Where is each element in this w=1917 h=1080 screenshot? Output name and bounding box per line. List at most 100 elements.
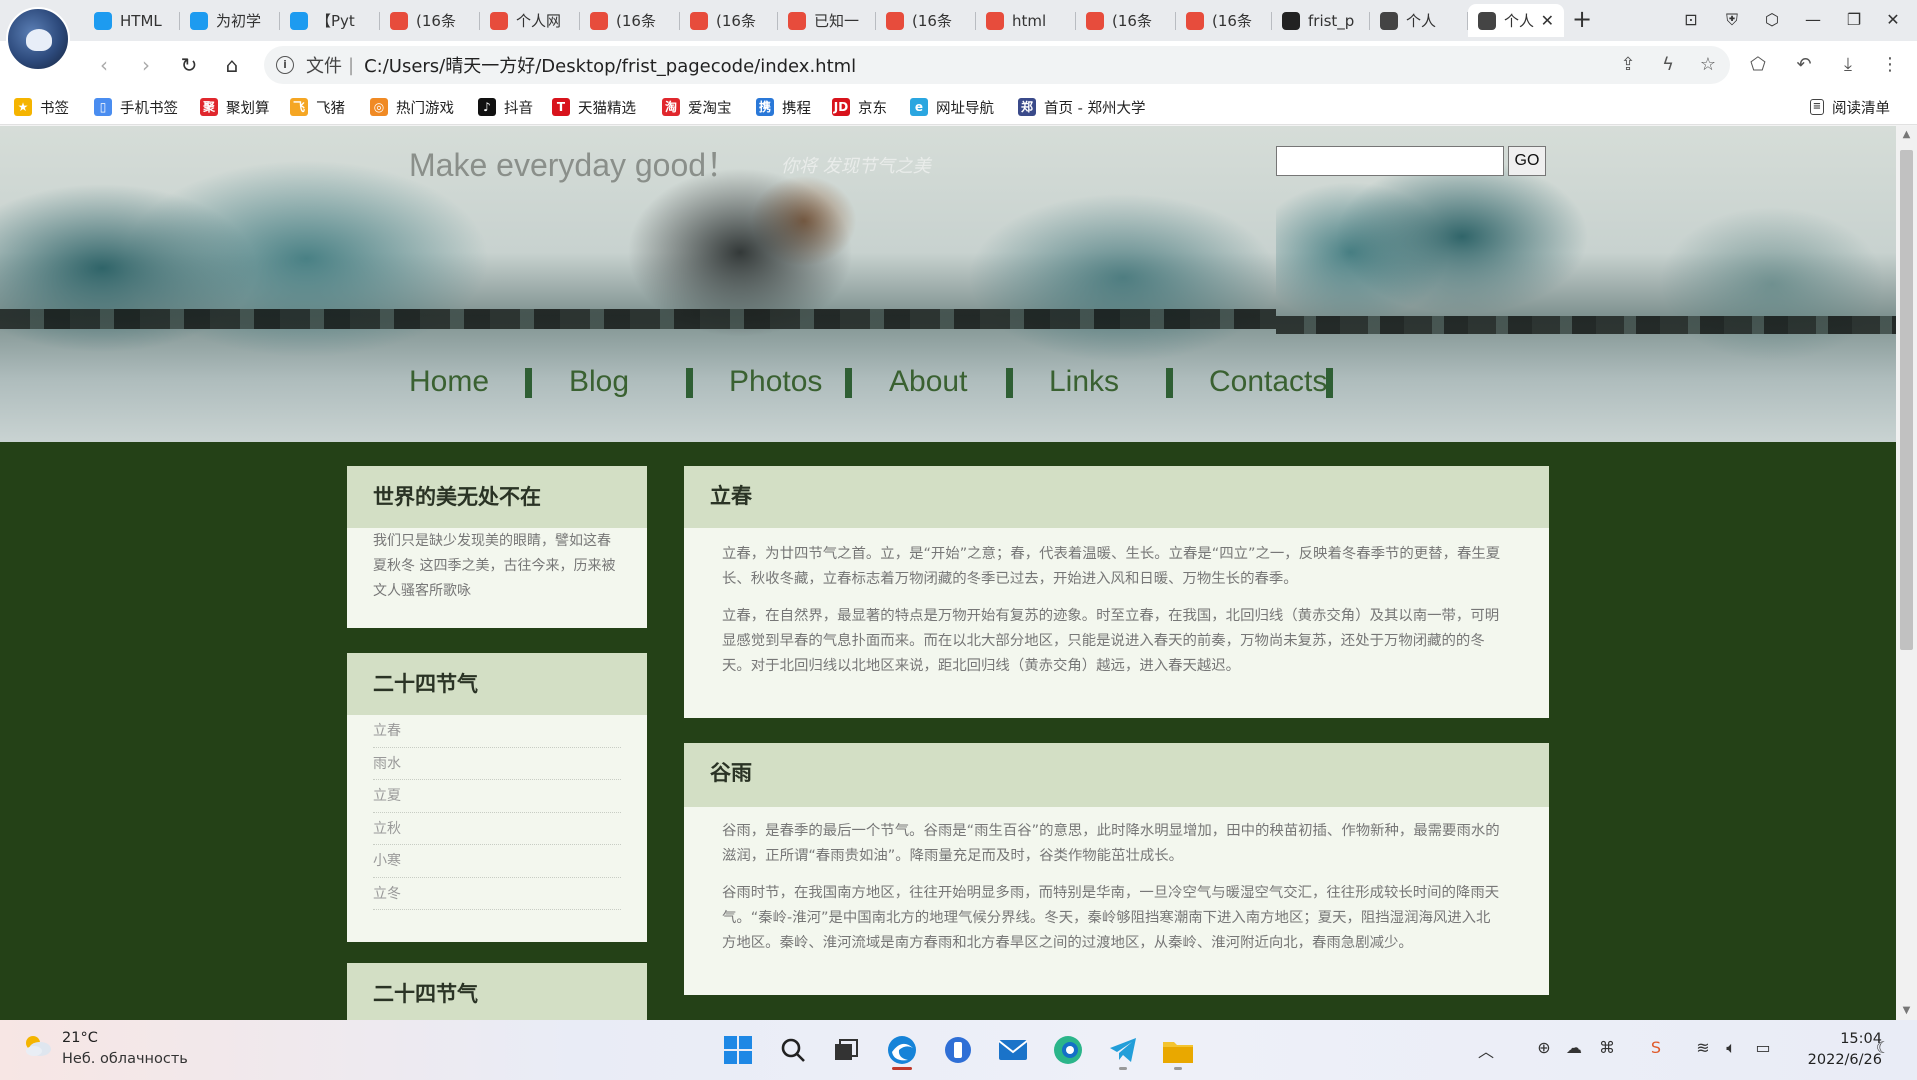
onedrive-icon[interactable]: ☁ [1563, 1038, 1585, 1057]
browser-tab[interactable]: (16条 [680, 4, 778, 37]
profile-avatar[interactable] [6, 7, 70, 71]
bookmark-item[interactable]: ★ 书签 [14, 95, 69, 119]
bookmark-label: 爱淘宝 [688, 100, 732, 117]
weather-cloud-sun-icon[interactable] [22, 1034, 52, 1058]
browser-tab[interactable]: (16条 [380, 4, 480, 37]
edge-icon[interactable] [1048, 1030, 1088, 1070]
page-scrollbar[interactable]: ▲ ▼ [1896, 126, 1917, 1020]
list-item[interactable]: 小寒 [373, 845, 621, 878]
browser-tab[interactable]: html [976, 4, 1076, 37]
notification-moon-icon[interactable]: ☾ [1872, 1038, 1894, 1057]
battery-icon[interactable]: ▭ [1752, 1038, 1774, 1057]
list-item[interactable]: 立春 [373, 715, 621, 748]
back-button[interactable]: ‹ [90, 51, 118, 79]
network-sync-icon[interactable]: ⊕ [1533, 1038, 1555, 1057]
volume-icon[interactable]: 🔈︎ [1720, 1038, 1742, 1058]
browser-tab[interactable]: frist_p [1272, 4, 1370, 37]
browser-tab[interactable]: HTML [84, 4, 180, 37]
clock-time[interactable]: 15:04 [1808, 1031, 1882, 1047]
show-hidden-icons[interactable]: ︿ [1475, 1038, 1497, 1062]
wifi-icon[interactable]: ≋ [1692, 1038, 1714, 1057]
bookmark-item[interactable]: e 网址导航 [910, 95, 994, 119]
restore-button[interactable]: ❐ [1838, 6, 1870, 34]
telegram-icon[interactable] [1103, 1030, 1143, 1070]
close-window-button[interactable]: ✕ [1877, 6, 1909, 34]
search-go-button[interactable]: GO [1508, 146, 1546, 176]
tab-label: (16条 [1212, 12, 1252, 30]
list-item[interactable]: 立夏 [373, 780, 621, 813]
nav-contacts[interactable]: Contacts [1209, 362, 1327, 402]
sogou-ime-icon[interactable]: S [1645, 1038, 1667, 1057]
bookmark-item[interactable]: 淘爱淘宝 [662, 95, 732, 119]
search-icon[interactable] [773, 1030, 813, 1070]
tab-favicon-icon [390, 11, 408, 30]
reading-list-button[interactable]: ≡ 阅读清单 [1810, 95, 1890, 119]
undo-icon[interactable]: ↶ [1790, 51, 1818, 79]
nav-about[interactable]: About [889, 362, 967, 402]
nav-divider [1006, 368, 1013, 398]
browser-tab[interactable]: 已知一 [778, 4, 876, 37]
incognito-icon[interactable]: ⛨ [1716, 6, 1748, 34]
tab-actions-icon[interactable]: ⊡ [1675, 6, 1707, 34]
list-item[interactable]: 雨水 [373, 748, 621, 780]
browser-tab[interactable]: 个人 [1370, 4, 1468, 37]
browser-tab[interactable]: 个人 ✕ [1468, 4, 1564, 37]
clock-date[interactable]: 2022/6/26 [1792, 1052, 1882, 1068]
extension-icon[interactable]: ⬠ [1744, 51, 1772, 79]
new-tab-button[interactable]: + [1568, 6, 1596, 34]
tab-close-icon[interactable]: ✕ [1541, 11, 1554, 30]
nav-photos[interactable]: Photos [729, 362, 822, 402]
bookmark-item[interactable]: ♪ 抖音 [478, 95, 533, 119]
edge-browser-icon[interactable] [882, 1030, 922, 1070]
list-item[interactable]: 立秋 [373, 813, 621, 845]
search-input[interactable] [1276, 146, 1504, 176]
share-icon[interactable]: ⇪ [1614, 51, 1642, 79]
sidebar-box-terms: 二十四节气 立春 雨水 立夏 立秋 小寒 立冬 [347, 653, 647, 942]
menu-icon[interactable]: ⋮ [1876, 51, 1904, 79]
extensions-shield-icon[interactable]: ⬡ [1756, 6, 1788, 34]
sidebar-box-title: 二十四节气 [347, 963, 647, 1020]
scroll-down-arrow[interactable]: ▼ [1896, 1002, 1917, 1020]
start-icon[interactable] [718, 1030, 758, 1070]
file-explorer-icon[interactable] [1158, 1030, 1198, 1070]
bookmark-item[interactable]: 携携程 [756, 95, 811, 119]
nav-blog[interactable]: Blog [569, 362, 629, 402]
star-icon[interactable]: ☆ [1694, 51, 1722, 79]
nav-links[interactable]: Links [1049, 362, 1119, 402]
bookmark-item[interactable]: 聚聚划算 [200, 95, 270, 119]
minimize-button[interactable]: — [1797, 6, 1829, 34]
url-field[interactable]: i 文件 | C:/Users/晴天一方好/Desktop/frist_page… [264, 46, 1730, 84]
bookmark-item[interactable]: ◎ 热门游戏 [370, 95, 454, 119]
nav-home[interactable]: Home [409, 362, 489, 402]
input-method-icon[interactable]: ⌘ [1596, 1038, 1618, 1057]
browser-tab[interactable]: (16条 [876, 4, 976, 37]
browser-tab[interactable]: (16条 [1076, 4, 1176, 37]
scroll-up-arrow[interactable]: ▲ [1896, 126, 1917, 144]
lightning-icon[interactable]: ϟ [1654, 51, 1682, 79]
task-view-icon[interactable] [826, 1030, 866, 1070]
browser-tab[interactable]: 为初学 [180, 4, 280, 37]
mail-icon[interactable] [993, 1030, 1033, 1070]
bookmark-label: 飞猪 [316, 100, 345, 117]
bookmark-item[interactable]: 郑首页 - 郑州大学 [1018, 95, 1145, 119]
tab-favicon-icon [986, 11, 1004, 30]
bookmark-item[interactable]: JD 京东 [832, 95, 887, 119]
phone-link-icon[interactable] [938, 1030, 978, 1070]
browser-tab[interactable]: (16条 [1176, 4, 1272, 37]
site-info-icon[interactable]: i [276, 56, 294, 74]
home-button[interactable]: ⌂ [218, 51, 246, 79]
tab-favicon-icon [1086, 11, 1104, 30]
download-icon[interactable]: ⤓ [1834, 51, 1862, 79]
bookmark-item[interactable]: 飞飞猪 [290, 95, 345, 119]
bookmark-item[interactable]: T 天猫精选 [552, 95, 636, 119]
scroll-thumb[interactable] [1900, 150, 1913, 650]
browser-tab[interactable]: 个人网 [480, 4, 580, 37]
browser-tab[interactable]: 【Pyt [280, 4, 380, 37]
bookmark-item[interactable]: ▯ 手机书签 [94, 95, 178, 119]
list-item[interactable]: 立冬 [373, 878, 621, 910]
tab-label: frist_p [1308, 11, 1355, 30]
tab-favicon-icon [1186, 11, 1204, 30]
reload-button[interactable]: ↻ [175, 51, 203, 79]
forward-button[interactable]: › [132, 51, 160, 79]
browser-tab[interactable]: (16条 [580, 4, 680, 37]
